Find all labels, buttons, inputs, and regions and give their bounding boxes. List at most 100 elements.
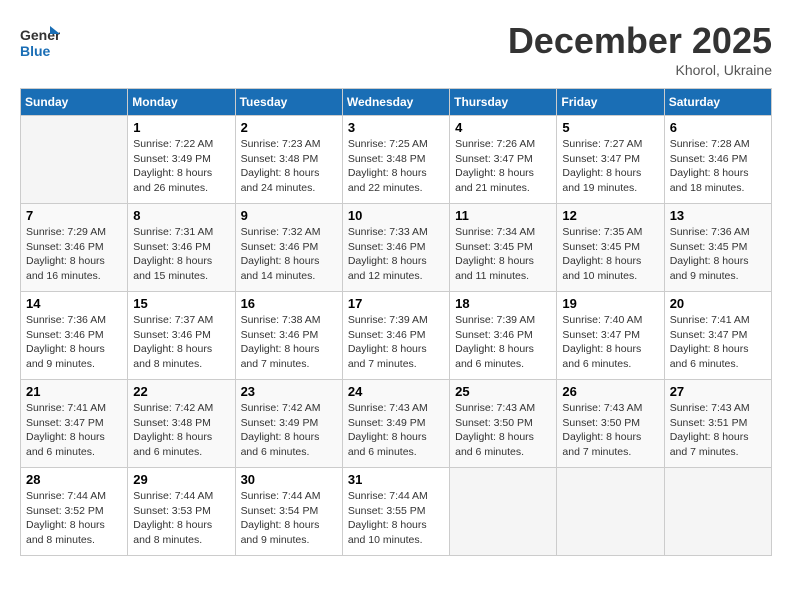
calendar-cell: 4 Sunrise: 7:26 AM Sunset: 3:47 PM Dayli… bbox=[450, 116, 557, 204]
calendar-cell: 29 Sunrise: 7:44 AM Sunset: 3:53 PM Dayl… bbox=[128, 468, 235, 556]
day-info: Sunrise: 7:41 AM Sunset: 3:47 PM Dayligh… bbox=[670, 313, 766, 372]
daylight: Daylight: 8 hours and 6 minutes. bbox=[348, 431, 427, 458]
daylight: Daylight: 8 hours and 6 minutes. bbox=[562, 343, 641, 370]
calendar-cell bbox=[557, 468, 664, 556]
sunrise: Sunrise: 7:28 AM bbox=[670, 138, 750, 150]
calendar-cell: 18 Sunrise: 7:39 AM Sunset: 3:46 PM Dayl… bbox=[450, 292, 557, 380]
sunrise: Sunrise: 7:33 AM bbox=[348, 226, 428, 238]
calendar-cell bbox=[21, 116, 128, 204]
calendar-cell: 24 Sunrise: 7:43 AM Sunset: 3:49 PM Dayl… bbox=[342, 380, 449, 468]
sunrise: Sunrise: 7:44 AM bbox=[26, 490, 106, 502]
sunset: Sunset: 3:46 PM bbox=[26, 241, 104, 253]
calendar-cell: 16 Sunrise: 7:38 AM Sunset: 3:46 PM Dayl… bbox=[235, 292, 342, 380]
day-number: 21 bbox=[26, 384, 122, 399]
sunrise: Sunrise: 7:43 AM bbox=[455, 402, 535, 414]
day-info: Sunrise: 7:31 AM Sunset: 3:46 PM Dayligh… bbox=[133, 225, 229, 284]
daylight: Daylight: 8 hours and 6 minutes. bbox=[133, 431, 212, 458]
sunrise: Sunrise: 7:44 AM bbox=[348, 490, 428, 502]
day-number: 27 bbox=[670, 384, 766, 399]
daylight: Daylight: 8 hours and 24 minutes. bbox=[241, 167, 320, 194]
calendar-cell: 20 Sunrise: 7:41 AM Sunset: 3:47 PM Dayl… bbox=[664, 292, 771, 380]
daylight: Daylight: 8 hours and 22 minutes. bbox=[348, 167, 427, 194]
calendar-cell: 11 Sunrise: 7:34 AM Sunset: 3:45 PM Dayl… bbox=[450, 204, 557, 292]
day-number: 25 bbox=[455, 384, 551, 399]
calendar-cell: 22 Sunrise: 7:42 AM Sunset: 3:48 PM Dayl… bbox=[128, 380, 235, 468]
sunset: Sunset: 3:46 PM bbox=[133, 241, 211, 253]
daylight: Daylight: 8 hours and 8 minutes. bbox=[26, 519, 105, 546]
sunset: Sunset: 3:48 PM bbox=[241, 153, 319, 165]
day-info: Sunrise: 7:35 AM Sunset: 3:45 PM Dayligh… bbox=[562, 225, 658, 284]
day-info: Sunrise: 7:28 AM Sunset: 3:46 PM Dayligh… bbox=[670, 137, 766, 196]
day-number: 11 bbox=[455, 208, 551, 223]
sunset: Sunset: 3:45 PM bbox=[455, 241, 533, 253]
daylight: Daylight: 8 hours and 9 minutes. bbox=[241, 519, 320, 546]
daylight: Daylight: 8 hours and 10 minutes. bbox=[562, 255, 641, 282]
daylight: Daylight: 8 hours and 12 minutes. bbox=[348, 255, 427, 282]
calendar-cell: 14 Sunrise: 7:36 AM Sunset: 3:46 PM Dayl… bbox=[21, 292, 128, 380]
sunset: Sunset: 3:53 PM bbox=[133, 505, 211, 517]
calendar-cell: 13 Sunrise: 7:36 AM Sunset: 3:45 PM Dayl… bbox=[664, 204, 771, 292]
calendar-cell: 19 Sunrise: 7:40 AM Sunset: 3:47 PM Dayl… bbox=[557, 292, 664, 380]
sunrise: Sunrise: 7:27 AM bbox=[562, 138, 642, 150]
day-info: Sunrise: 7:44 AM Sunset: 3:52 PM Dayligh… bbox=[26, 489, 122, 548]
day-number: 13 bbox=[670, 208, 766, 223]
sunrise: Sunrise: 7:31 AM bbox=[133, 226, 213, 238]
sunrise: Sunrise: 7:25 AM bbox=[348, 138, 428, 150]
day-info: Sunrise: 7:37 AM Sunset: 3:46 PM Dayligh… bbox=[133, 313, 229, 372]
calendar-cell: 2 Sunrise: 7:23 AM Sunset: 3:48 PM Dayli… bbox=[235, 116, 342, 204]
day-info: Sunrise: 7:40 AM Sunset: 3:47 PM Dayligh… bbox=[562, 313, 658, 372]
logo: General Blue bbox=[20, 20, 60, 64]
calendar-week-row: 28 Sunrise: 7:44 AM Sunset: 3:52 PM Dayl… bbox=[21, 468, 772, 556]
sunset: Sunset: 3:46 PM bbox=[455, 329, 533, 341]
day-info: Sunrise: 7:43 AM Sunset: 3:50 PM Dayligh… bbox=[455, 401, 551, 460]
sunrise: Sunrise: 7:44 AM bbox=[133, 490, 213, 502]
sunset: Sunset: 3:47 PM bbox=[26, 417, 104, 429]
logo-svg: General Blue bbox=[20, 20, 60, 64]
calendar-cell: 5 Sunrise: 7:27 AM Sunset: 3:47 PM Dayli… bbox=[557, 116, 664, 204]
daylight: Daylight: 8 hours and 6 minutes. bbox=[670, 343, 749, 370]
day-header-friday: Friday bbox=[557, 89, 664, 116]
day-info: Sunrise: 7:39 AM Sunset: 3:46 PM Dayligh… bbox=[348, 313, 444, 372]
day-header-tuesday: Tuesday bbox=[235, 89, 342, 116]
day-number: 29 bbox=[133, 472, 229, 487]
day-number: 15 bbox=[133, 296, 229, 311]
day-info: Sunrise: 7:32 AM Sunset: 3:46 PM Dayligh… bbox=[241, 225, 337, 284]
calendar-cell: 6 Sunrise: 7:28 AM Sunset: 3:46 PM Dayli… bbox=[664, 116, 771, 204]
sunrise: Sunrise: 7:36 AM bbox=[26, 314, 106, 326]
sunrise: Sunrise: 7:40 AM bbox=[562, 314, 642, 326]
calendar-cell: 10 Sunrise: 7:33 AM Sunset: 3:46 PM Dayl… bbox=[342, 204, 449, 292]
sunrise: Sunrise: 7:43 AM bbox=[562, 402, 642, 414]
calendar-cell: 1 Sunrise: 7:22 AM Sunset: 3:49 PM Dayli… bbox=[128, 116, 235, 204]
calendar-cell: 9 Sunrise: 7:32 AM Sunset: 3:46 PM Dayli… bbox=[235, 204, 342, 292]
day-number: 28 bbox=[26, 472, 122, 487]
sunrise: Sunrise: 7:23 AM bbox=[241, 138, 321, 150]
daylight: Daylight: 8 hours and 14 minutes. bbox=[241, 255, 320, 282]
calendar-week-row: 1 Sunrise: 7:22 AM Sunset: 3:49 PM Dayli… bbox=[21, 116, 772, 204]
day-info: Sunrise: 7:26 AM Sunset: 3:47 PM Dayligh… bbox=[455, 137, 551, 196]
sunset: Sunset: 3:48 PM bbox=[348, 153, 426, 165]
daylight: Daylight: 8 hours and 7 minutes. bbox=[562, 431, 641, 458]
day-info: Sunrise: 7:43 AM Sunset: 3:49 PM Dayligh… bbox=[348, 401, 444, 460]
day-number: 12 bbox=[562, 208, 658, 223]
day-info: Sunrise: 7:41 AM Sunset: 3:47 PM Dayligh… bbox=[26, 401, 122, 460]
sunrise: Sunrise: 7:29 AM bbox=[26, 226, 106, 238]
day-info: Sunrise: 7:34 AM Sunset: 3:45 PM Dayligh… bbox=[455, 225, 551, 284]
day-info: Sunrise: 7:36 AM Sunset: 3:45 PM Dayligh… bbox=[670, 225, 766, 284]
sunset: Sunset: 3:47 PM bbox=[562, 329, 640, 341]
sunset: Sunset: 3:48 PM bbox=[133, 417, 211, 429]
calendar-week-row: 14 Sunrise: 7:36 AM Sunset: 3:46 PM Dayl… bbox=[21, 292, 772, 380]
day-number: 18 bbox=[455, 296, 551, 311]
sunrise: Sunrise: 7:43 AM bbox=[670, 402, 750, 414]
calendar-header-row: SundayMondayTuesdayWednesdayThursdayFrid… bbox=[21, 89, 772, 116]
day-number: 6 bbox=[670, 120, 766, 135]
sunset: Sunset: 3:54 PM bbox=[241, 505, 319, 517]
calendar-table: SundayMondayTuesdayWednesdayThursdayFrid… bbox=[20, 88, 772, 556]
day-number: 30 bbox=[241, 472, 337, 487]
sunrise: Sunrise: 7:38 AM bbox=[241, 314, 321, 326]
sunrise: Sunrise: 7:37 AM bbox=[133, 314, 213, 326]
calendar-cell bbox=[664, 468, 771, 556]
sunset: Sunset: 3:47 PM bbox=[455, 153, 533, 165]
daylight: Daylight: 8 hours and 7 minutes. bbox=[670, 431, 749, 458]
day-info: Sunrise: 7:44 AM Sunset: 3:54 PM Dayligh… bbox=[241, 489, 337, 548]
day-info: Sunrise: 7:43 AM Sunset: 3:51 PM Dayligh… bbox=[670, 401, 766, 460]
